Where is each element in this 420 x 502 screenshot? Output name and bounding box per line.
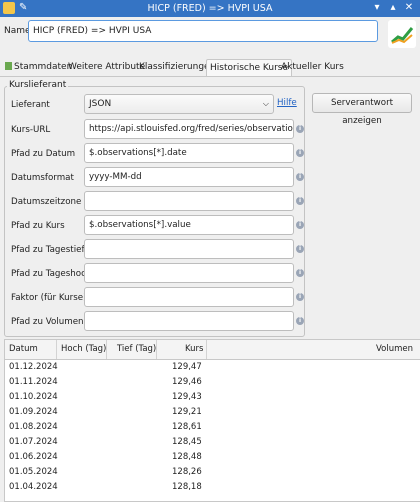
tab-bar: Stammdaten Weitere Attribute Klassifizie… [0, 59, 420, 77]
table-row[interactable]: 01.06.2024 128,48 [5, 450, 420, 465]
table-row[interactable]: 01.11.2024 129,46 [5, 375, 420, 390]
pfad-tageshoch-label: Pfad zu Tageshoch [11, 269, 92, 279]
column-divider [206, 340, 207, 359]
info-icon: i [296, 173, 304, 181]
pfad-volumen-field[interactable] [84, 311, 294, 331]
pfad-tageshoch-field[interactable] [84, 263, 294, 283]
name-input[interactable]: HICP (FRED) => HVPI USA [28, 20, 378, 42]
column-divider [106, 340, 107, 359]
info-icon: i [296, 125, 304, 133]
column-divider [56, 340, 57, 359]
lieferant-select[interactable]: JSON ⌵ [84, 94, 274, 114]
serverantwort-button[interactable]: Serverantwort anzeigen [312, 93, 412, 126]
col-kurs[interactable]: Kurs [185, 344, 203, 354]
name-row: Name HICP (FRED) => HVPI USA [0, 17, 420, 48]
app-logo-icon [388, 20, 416, 48]
info-icon: i [296, 245, 304, 253]
faktor-field[interactable] [84, 287, 294, 307]
group-title: Kurslieferant [7, 80, 69, 90]
pfad-datum-field[interactable]: $.observations[*].date [84, 143, 294, 163]
pfad-datum-label: Pfad zu Datum [11, 149, 76, 159]
table-row[interactable]: 01.07.2024 128,45 [5, 435, 420, 450]
close-icon[interactable]: ✕ [403, 2, 415, 14]
datumszeitzone-label: Datumszeitzone [11, 197, 82, 207]
name-label: Name [4, 26, 31, 36]
info-icon: i [296, 269, 304, 277]
tab-aktueller-kurs[interactable]: Aktueller Kurs [278, 59, 347, 75]
table-row[interactable]: 01.12.2024 129,47 [5, 360, 420, 375]
col-tief[interactable]: Tief (Tag) [117, 344, 156, 354]
datumsformat-field[interactable]: yyyy-MM-dd [84, 167, 294, 187]
col-hoch[interactable]: Hoch (Tag) [61, 344, 106, 354]
info-icon: i [296, 317, 304, 325]
info-icon: i [296, 197, 304, 205]
pfad-kurs-label: Pfad zu Kurs [11, 221, 65, 231]
pfad-tagestief-field[interactable] [84, 239, 294, 259]
pfad-volumen-label: Pfad zu Volumen [11, 317, 84, 327]
table-row[interactable]: 01.04.2024 128,18 [5, 480, 420, 495]
info-icon: i [296, 293, 304, 301]
table-row[interactable]: 01.05.2024 128,26 [5, 465, 420, 480]
price-table: Datum Hoch (Tag) Tief (Tag) Kurs Volumen… [4, 339, 420, 502]
lieferant-label: Lieferant [11, 100, 50, 110]
maximize-icon[interactable]: ▴ [387, 2, 399, 14]
datumsformat-label: Datumsformat [11, 173, 74, 183]
hilfe-link[interactable]: Hilfe [277, 98, 297, 108]
title-bar: ✎ HICP (FRED) => HVPI USA ▾ ▴ ✕ [0, 0, 420, 17]
pfad-tagestief-label: Pfad zu Tagestief [11, 245, 85, 255]
pfad-kurs-field[interactable]: $.observations[*].value [84, 215, 294, 235]
minimize-icon[interactable]: ▾ [371, 2, 383, 14]
table-row[interactable]: 01.08.2024 128,61 [5, 420, 420, 435]
chevron-down-icon: ⌵ [262, 99, 269, 108]
datumszeitzone-field[interactable] [84, 191, 294, 211]
col-datum[interactable]: Datum [9, 344, 38, 354]
table-row[interactable]: 01.10.2024 129,43 [5, 390, 420, 405]
info-icon: i [296, 149, 304, 157]
info-icon: i [296, 221, 304, 229]
document-icon [5, 62, 12, 70]
kurs-url-field[interactable]: https://api.stlouisfed.org/fred/series/o… [84, 119, 294, 139]
faktor-label: Faktor (für Kurse) [11, 293, 87, 303]
table-row[interactable]: 01.09.2024 129,21 [5, 405, 420, 420]
window-title: HICP (FRED) => HVPI USA [147, 3, 273, 14]
kurs-url-label: Kurs-URL [11, 125, 51, 135]
column-divider [156, 340, 157, 359]
table-header: Datum Hoch (Tag) Tief (Tag) Kurs Volumen [5, 340, 420, 360]
col-volumen[interactable]: Volumen [376, 344, 413, 354]
